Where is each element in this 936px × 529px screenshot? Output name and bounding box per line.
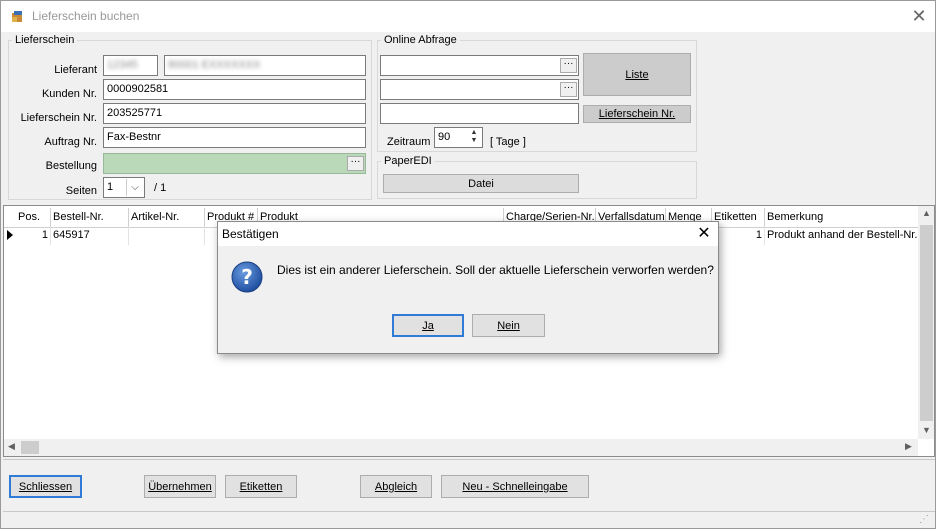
kunden-nr-field[interactable]: 0000902581 bbox=[103, 79, 366, 100]
dialog-close-icon[interactable]: ✕ bbox=[692, 223, 716, 245]
lieferschein-nr-label: Lieferschein Nr. bbox=[20, 112, 97, 124]
lieferant-label: Lieferant bbox=[54, 64, 97, 76]
lieferant-id-field[interactable]: 12345 bbox=[103, 55, 158, 76]
seiten-label: Seiten bbox=[65, 185, 97, 197]
zeitraum-label: Zeitraum bbox=[387, 136, 431, 148]
online-field-1[interactable] bbox=[380, 55, 579, 76]
dialog-title-bar: Bestätigen ✕ bbox=[218, 222, 718, 246]
cell-artikel-nr[interactable] bbox=[129, 227, 205, 245]
svg-text:?: ? bbox=[241, 265, 253, 289]
tage-label: [ Tage ] bbox=[490, 136, 526, 148]
cell-etiketten[interactable]: 1 bbox=[712, 227, 765, 245]
abgleich-button[interactable]: Abgleich bbox=[360, 475, 432, 498]
neu-schnelleingabe-button[interactable]: Neu - Schnelleingabe bbox=[441, 475, 589, 498]
paperedi-label: PaperEDI bbox=[381, 155, 435, 167]
seiten-total: / 1 bbox=[154, 182, 167, 194]
uebernehmen-button[interactable]: Übernehmen bbox=[144, 475, 216, 498]
status-strip bbox=[3, 511, 935, 528]
vertical-scrollbar[interactable]: ▲ ▼ bbox=[918, 206, 934, 439]
scroll-left-icon[interactable]: ◀ bbox=[8, 441, 15, 452]
auftrag-nr-label: Auftrag Nr. bbox=[44, 136, 97, 148]
scroll-up-icon[interactable]: ▲ bbox=[918, 208, 934, 218]
ja-button[interactable]: Ja bbox=[392, 314, 464, 337]
scroll-hthumb[interactable] bbox=[21, 441, 39, 454]
scroll-thumb[interactable] bbox=[920, 225, 933, 421]
lieferschein-nr-field[interactable]: 203525771 bbox=[103, 103, 366, 124]
bestellung-field[interactable] bbox=[103, 153, 366, 174]
cell-bemerkung[interactable]: Produkt anhand der Bestell-Nr. bbox=[765, 227, 918, 245]
dialog-message: Dies ist ein anderer Lieferschein. Soll … bbox=[277, 263, 714, 277]
online-field-3[interactable] bbox=[380, 103, 579, 124]
nein-button[interactable]: Nein bbox=[472, 314, 545, 337]
question-icon: ? bbox=[231, 261, 263, 293]
liste-button[interactable]: Liste bbox=[583, 53, 691, 96]
etiketten-button[interactable]: Etiketten bbox=[225, 475, 297, 498]
resize-grip-icon[interactable]: ⋰ bbox=[919, 514, 929, 525]
lieferant-name-field[interactable]: 80001 EXXXXXXX bbox=[164, 55, 366, 76]
window-title: Lieferschein buchen bbox=[32, 9, 140, 23]
auftrag-nr-field[interactable]: Fax-Bestnr bbox=[103, 127, 366, 148]
row-indicator-icon bbox=[7, 230, 13, 240]
scroll-down-icon[interactable]: ▼ bbox=[918, 425, 934, 435]
horizontal-scrollbar[interactable]: ◀ ▶ bbox=[4, 439, 918, 456]
chevron-down-icon[interactable]: ⌵ bbox=[126, 179, 143, 196]
cell-bestell-nr[interactable]: 645917 bbox=[51, 227, 129, 245]
dialog-title: Bestätigen bbox=[222, 227, 279, 241]
online-browse-button-1[interactable]: ··· bbox=[560, 58, 577, 73]
scroll-right-icon[interactable]: ▶ bbox=[905, 441, 912, 452]
app-icon bbox=[12, 11, 22, 22]
confirm-dialog: Bestätigen ✕ ? Dies ist ein anderer Lief… bbox=[217, 221, 719, 354]
online-abfrage-label: Online Abfrage bbox=[381, 34, 460, 46]
bestellung-browse-button[interactable]: ··· bbox=[347, 156, 364, 171]
lieferschein-group-label: Lieferschein bbox=[12, 34, 78, 46]
schliessen-button[interactable]: Schliessen bbox=[9, 475, 82, 498]
cell-pos[interactable]: 1 bbox=[16, 227, 51, 245]
online-field-2[interactable] bbox=[380, 79, 579, 100]
online-browse-button-2[interactable]: ··· bbox=[560, 82, 577, 97]
bestellung-label: Bestellung bbox=[45, 160, 97, 172]
lieferschein-nr-button[interactable]: Lieferschein Nr. bbox=[583, 105, 691, 123]
datei-button[interactable]: Datei bbox=[383, 174, 579, 193]
bottom-separator bbox=[3, 459, 935, 460]
close-icon[interactable]: ✕ bbox=[907, 5, 931, 27]
kunden-nr-label: Kunden Nr. bbox=[41, 88, 97, 100]
title-bar: Lieferschein buchen ✕ bbox=[1, 1, 935, 32]
zeitraum-spinner[interactable]: ▲ ▼ bbox=[467, 129, 481, 146]
